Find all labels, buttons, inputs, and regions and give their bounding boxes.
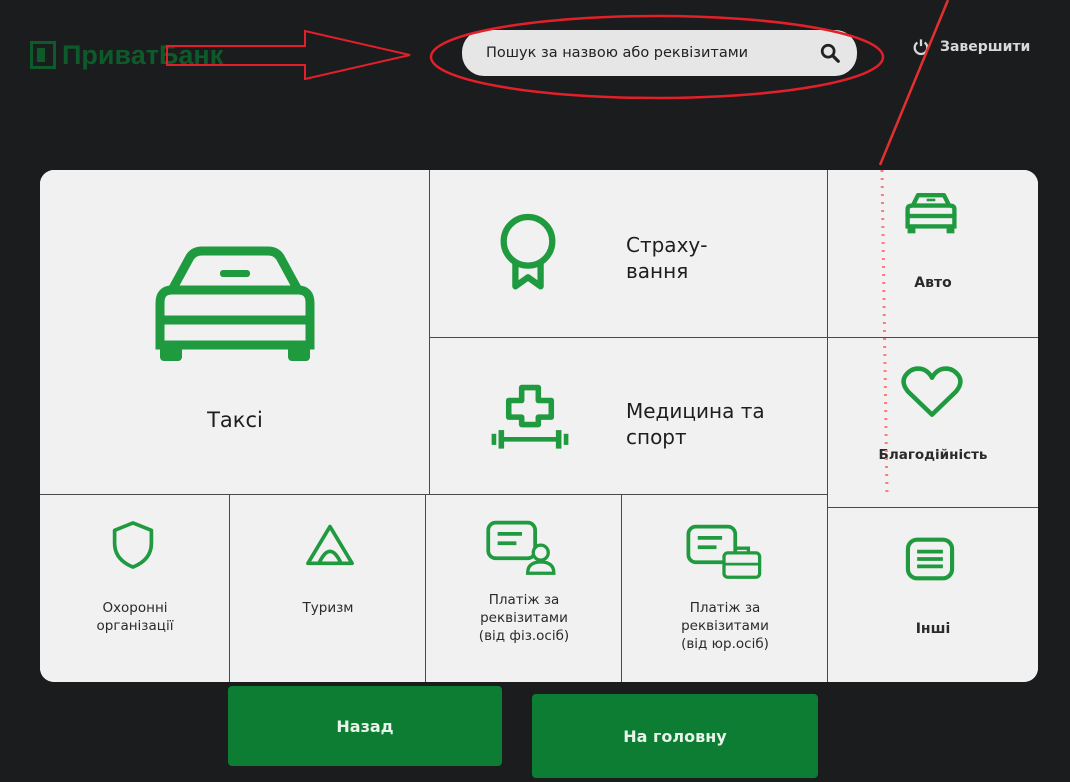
tile-security-orgs-label-line2: організації <box>96 618 174 634</box>
document-briefcase-icon <box>686 524 762 579</box>
car-icon <box>155 246 315 361</box>
tile-taxi-label: Таксі <box>207 408 263 432</box>
tile-security-orgs-label-line1: Охоронні <box>102 600 168 616</box>
tile-payment-individuals-label-line1: Платіж за <box>488 592 560 608</box>
tile-insurance[interactable]: Страху- вання <box>430 170 828 338</box>
tile-insurance-label-line1: Страху- <box>626 233 708 257</box>
tile-other-label: Інші <box>915 621 951 637</box>
award-ribbon-icon <box>500 213 556 290</box>
home-button[interactable]: На головну <box>532 694 818 778</box>
tile-payment-individuals-label-line2: реквізитами <box>480 610 568 626</box>
tile-medicine-sport-label-line1: Медицина та <box>626 399 765 423</box>
laser-reflection <box>878 0 950 496</box>
tile-medicine-sport-label: Медицина та спорт <box>626 398 765 450</box>
tile-payment-legal-entities-label: Платіж за реквізитами (від юр.осіб) <box>622 599 828 653</box>
tile-tourism-label: Туризм <box>302 600 354 616</box>
tile-insurance-label: Страху- вання <box>626 232 707 284</box>
tile-medicine-sport-label-line2: спорт <box>626 425 687 449</box>
tile-insurance-label-line2: вання <box>626 259 689 283</box>
tile-other[interactable]: Інші <box>828 508 1038 682</box>
tile-medicine-sport[interactable]: Медицина та спорт <box>430 338 828 495</box>
tile-payment-individuals-label: Платіж за реквізитами (від фіз.осіб) <box>426 591 622 645</box>
tile-payment-legal-entities[interactable]: Платіж за реквізитами (від юр.осіб) <box>622 495 828 682</box>
tile-taxi[interactable]: Таксі <box>40 170 430 495</box>
tile-payment-individuals[interactable]: Платіж за реквізитами (від фіз.осіб) <box>426 495 622 682</box>
back-button[interactable]: Назад <box>228 686 502 766</box>
annotation-arrow <box>166 29 411 81</box>
tile-payment-legal-entities-label-line1: Платіж за <box>689 600 761 616</box>
tent-icon <box>306 524 354 566</box>
shield-icon <box>112 521 154 569</box>
tile-security-orgs-label: Охоронні організації <box>40 599 230 635</box>
tile-tourism[interactable]: Туризм <box>230 495 426 682</box>
annotation-ellipse <box>429 14 885 100</box>
medical-cross-dumbbell-icon <box>491 384 569 449</box>
tile-payment-legal-entities-label-line3: (від юр.осіб) <box>681 636 769 652</box>
document-person-icon <box>486 520 556 575</box>
list-icon <box>905 537 955 581</box>
tile-payment-legal-entities-label-line2: реквізитами <box>681 618 769 634</box>
tile-payment-individuals-label-line3: (від фіз.осіб) <box>478 628 570 644</box>
tile-security-orgs[interactable]: Охоронні організації <box>40 495 230 682</box>
logo-mark-icon <box>30 41 56 69</box>
